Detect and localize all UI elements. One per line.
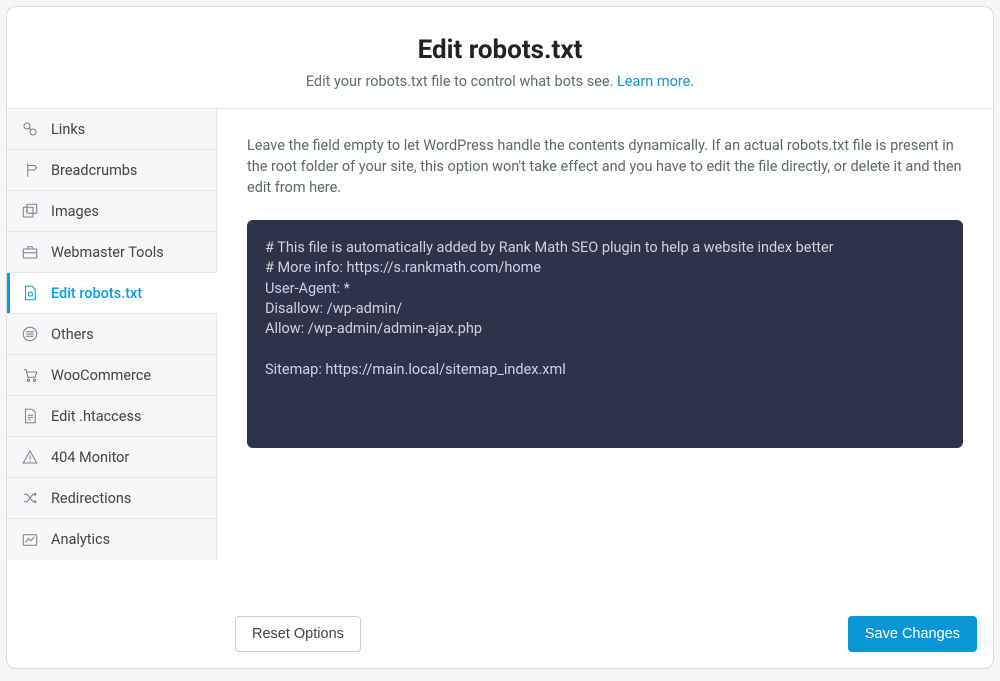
page-title: Edit robots.txt [27, 35, 973, 65]
warning-icon [21, 448, 39, 466]
save-changes-button[interactable]: Save Changes [848, 616, 977, 652]
signpost-icon [21, 161, 39, 179]
settings-panel: Edit robots.txt Edit your robots.txt fil… [6, 6, 994, 669]
sidebar-item-redirections[interactable]: Redirections [7, 478, 216, 519]
sidebar-item-analytics[interactable]: Analytics [7, 519, 216, 560]
settings-sidebar: Links Breadcrumbs Images Webmaster Tools [7, 109, 216, 560]
shuffle-icon [21, 489, 39, 507]
file-text-icon [21, 407, 39, 425]
sidebar-item-label: Webmaster Tools [51, 244, 164, 261]
cart-icon [21, 366, 39, 384]
sidebar-item-label: Links [51, 121, 85, 138]
sidebar-item-webmaster-tools[interactable]: Webmaster Tools [7, 232, 216, 273]
robots-txt-editor[interactable]: # This file is automatically added by Ra… [247, 220, 963, 448]
sidebar-item-label: Images [51, 203, 99, 220]
page-subtitle: Edit your robots.txt file to control wha… [27, 73, 973, 90]
description-text: Leave the field empty to let WordPress h… [247, 135, 963, 198]
sidebar-item-label: Others [51, 326, 94, 343]
link-icon [21, 120, 39, 138]
sidebar-item-woocommerce[interactable]: WooCommerce [7, 355, 216, 396]
sidebar-item-edit-robots[interactable]: Edit robots.txt [7, 273, 216, 314]
analytics-icon [21, 531, 39, 549]
sidebar-item-label: Redirections [51, 490, 131, 507]
learn-more-link[interactable]: Learn more [617, 73, 690, 90]
sidebar-item-label: Breadcrumbs [51, 162, 137, 179]
page-header: Edit robots.txt Edit your robots.txt fil… [7, 7, 993, 108]
images-icon [21, 202, 39, 220]
sidebar-item-404-monitor[interactable]: 404 Monitor [7, 437, 216, 478]
sidebar-item-label: Edit robots.txt [51, 285, 142, 302]
sidebar-item-label: Edit .htaccess [51, 408, 141, 425]
sidebar-item-others[interactable]: Others [7, 314, 216, 355]
sidebar-item-edit-htaccess[interactable]: Edit .htaccess [7, 396, 216, 437]
list-icon [21, 325, 39, 343]
sidebar-item-links[interactable]: Links [7, 109, 216, 150]
toolbox-icon [21, 243, 39, 261]
sidebar-item-label: WooCommerce [51, 367, 151, 384]
sidebar-item-label: 404 Monitor [51, 449, 129, 466]
subtitle-text: Edit your robots.txt file to control wha… [306, 73, 617, 90]
sidebar-item-label: Analytics [51, 531, 110, 548]
robots-file-icon [21, 284, 39, 302]
main-content: Leave the field empty to let WordPress h… [216, 109, 993, 560]
sidebar-item-images[interactable]: Images [7, 191, 216, 232]
footer-actions: Reset Options Save Changes [235, 616, 977, 652]
sidebar-item-breadcrumbs[interactable]: Breadcrumbs [7, 150, 216, 191]
reset-options-button[interactable]: Reset Options [235, 616, 361, 652]
